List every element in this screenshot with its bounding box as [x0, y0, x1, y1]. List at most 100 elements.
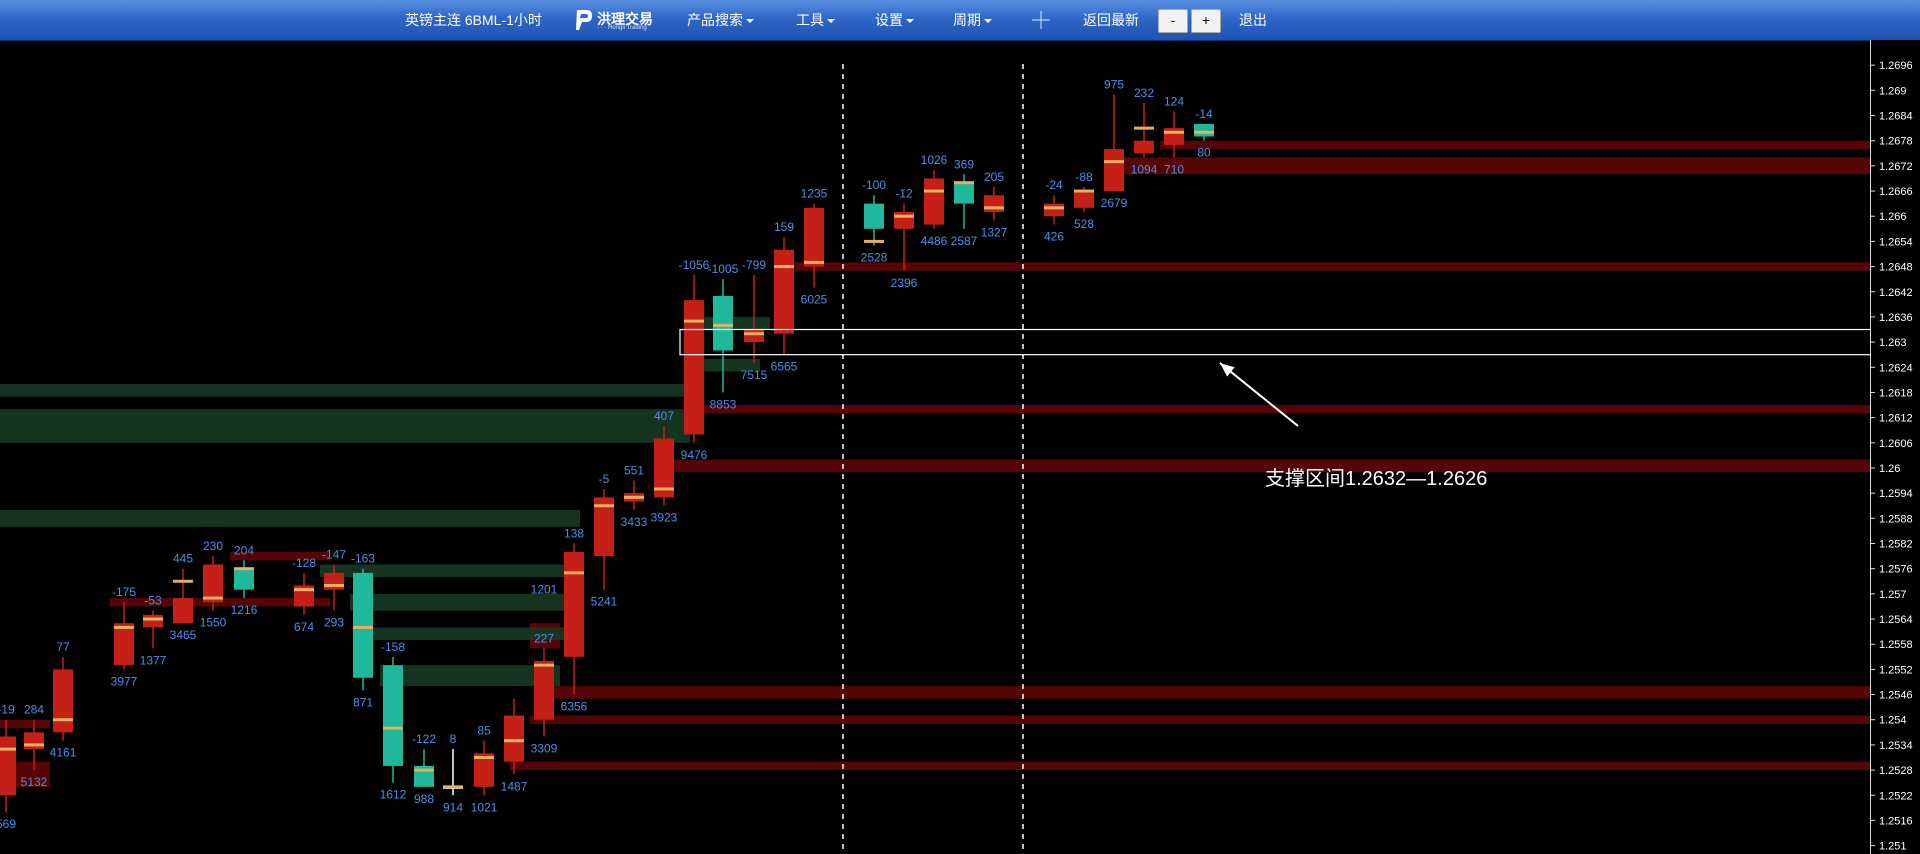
candle-body [0, 736, 16, 796]
candle-poc-marker [234, 567, 254, 571]
candle-poc-marker [744, 332, 764, 336]
candle-poc-marker [684, 319, 704, 323]
candle-bottom-label: 1327 [981, 225, 1008, 239]
candle-top-label: -1005 [708, 262, 739, 276]
candle-poc-marker [203, 596, 223, 600]
candle-top-label: 975 [1104, 78, 1124, 92]
candle-poc-marker [53, 718, 73, 722]
logo-subtext: · · · Hongli Trading [597, 25, 647, 31]
candle-top-label: 407 [654, 409, 674, 423]
candle-body [954, 182, 974, 204]
resistance-zone [780, 262, 1870, 271]
candle-poc-marker [1074, 189, 1094, 193]
candle-top-label: -158 [381, 640, 405, 654]
candle-top-label: 77 [56, 640, 70, 654]
price-tick-label: 1.2564 [1879, 614, 1913, 626]
price-tick-label: 1.2606 [1879, 438, 1913, 450]
candle-poc-marker [774, 265, 794, 269]
candle-poc-marker [504, 739, 524, 743]
candle-top-label: 1235 [801, 187, 828, 201]
candle-top-label: 227 [534, 631, 554, 645]
candle-bottom-label: 5132 [21, 775, 48, 789]
price-tick-label: 1.2654 [1879, 236, 1913, 248]
candle-bottom-label: 80 [1197, 146, 1211, 160]
price-tick-label: 1.2552 [1879, 664, 1913, 676]
candle-top-label: -799 [742, 258, 766, 272]
candle-body [1074, 191, 1094, 208]
candle-body [984, 195, 1004, 213]
candle-poc-marker [1194, 130, 1214, 134]
price-tick-label: 1.2516 [1879, 815, 1913, 827]
candle-body [774, 249, 794, 334]
menu-period[interactable]: 周期 [953, 0, 992, 40]
candle-poc-marker [954, 181, 974, 185]
candle-top-label: 551 [624, 464, 644, 478]
candlestick-chart[interactable]: -19 569 284 5132 77 4161 -175 3977 -53 1377 445 346… [0, 40, 1920, 854]
crosshair-icon[interactable] [1031, 10, 1051, 30]
price-tick-label: 1.2642 [1879, 287, 1913, 299]
zoom-in-button[interactable]: + [1191, 9, 1221, 33]
price-tick-label: 1.254 [1879, 715, 1907, 727]
zoom-out-button[interactable]: - [1158, 9, 1188, 33]
menu-product-search[interactable]: 产品搜索 [687, 0, 754, 40]
price-tick-label: 1.2576 [1879, 564, 1913, 576]
candle-body [1194, 123, 1214, 137]
support-range-annotation: 支撑区间1.2632—1.2626 [1265, 468, 1488, 490]
price-tick-label: 1.2684 [1879, 111, 1913, 123]
candle-body [804, 207, 824, 267]
candle-body [1044, 203, 1064, 217]
candle-poc-marker [1134, 126, 1154, 130]
price-tick-label: 1.269 [1879, 85, 1907, 97]
back-to-latest-button[interactable]: 返回最新 [1083, 0, 1139, 40]
candle-body [143, 614, 163, 628]
candle-top-label: -163 [351, 552, 375, 566]
resistance-zone [540, 686, 1870, 699]
candle-poc-marker [624, 495, 644, 499]
support-zone [0, 409, 690, 443]
candle-poc-marker [173, 579, 193, 583]
price-tick-label: 1.2534 [1879, 740, 1913, 752]
candle-bottom-label: 1216 [231, 603, 258, 617]
resistance-zone [1160, 140, 1870, 150]
annotation-arrowhead [1220, 363, 1235, 377]
price-tick-label: 1.251 [1879, 841, 1907, 853]
price-tick-label: 1.2546 [1879, 690, 1913, 702]
exit-button[interactable]: 退出 [1239, 0, 1267, 40]
symbol-title: 英镑主连 6BML-1小时 [405, 12, 542, 28]
candle-top-label: 232 [1134, 86, 1154, 100]
resistance-zone [700, 405, 1870, 414]
candle-top-label: -88 [1075, 170, 1093, 184]
candle-bottom-label: 3309 [531, 742, 558, 756]
candle-top-label: 204 [234, 543, 254, 557]
price-tick-label: 1.2624 [1879, 362, 1913, 374]
logo-icon [576, 10, 592, 30]
candle-top-label: -5 [599, 472, 610, 486]
price-tick-label: 1.2666 [1879, 186, 1913, 198]
candle-bottom-label: 6565 [771, 360, 798, 374]
candle-poc-marker [594, 504, 614, 508]
resistance-zone [1120, 157, 1870, 175]
candle-bottom-label: 8853 [710, 397, 737, 411]
candle-bottom-label: 988 [414, 792, 434, 806]
candle-top-label: 8 [450, 732, 457, 746]
candle-bottom-label: 2528 [861, 251, 888, 265]
candle-poc-marker [804, 260, 824, 264]
candle-top-label: 445 [173, 552, 193, 566]
candle-bottom-label: 426 [1044, 230, 1064, 244]
candle-poc-marker [474, 755, 494, 759]
candle-top-label: -14 [1195, 107, 1213, 121]
candle-bottom-label: 6356 [561, 700, 588, 714]
candle-bottom-label: 2396 [891, 276, 918, 290]
price-tick-label: 1.2594 [1879, 488, 1913, 500]
candle-body [234, 568, 254, 590]
candle-top-label: 284 [24, 703, 44, 717]
candle-bottom-label: 1550 [200, 616, 227, 630]
price-axis: 1.2696 1.269 1.2684 1.2678 1.2672 1.2666 1.266… [1870, 40, 1920, 854]
support-zone [700, 316, 770, 330]
menu-settings[interactable]: 设置 [875, 0, 914, 40]
candle-top-label: 138 [564, 527, 584, 541]
menu-tools[interactable]: 工具 [796, 0, 835, 40]
candle-bottom-label: 1487 [501, 779, 528, 793]
candle-bottom-label: 710 [1164, 162, 1184, 176]
candle-bottom-label: 674 [294, 620, 314, 634]
